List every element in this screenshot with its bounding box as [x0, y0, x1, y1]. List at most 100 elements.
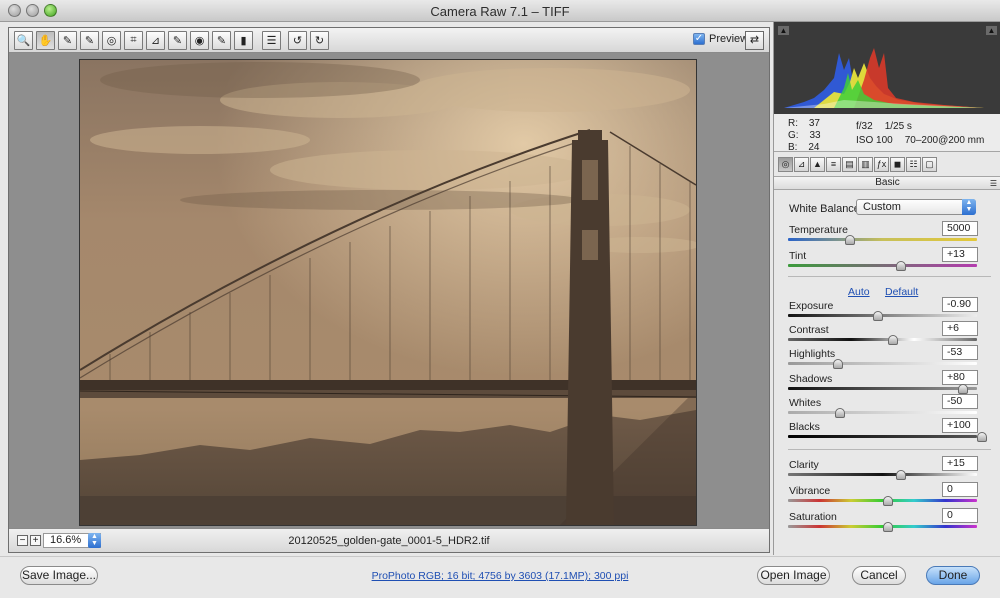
shadows-value-field[interactable]: +80 [942, 370, 978, 385]
preview-checkbox[interactable]: ✓ [693, 33, 705, 45]
targeted-adjustment-tool-icon[interactable]: ◎ [102, 31, 121, 50]
adjustments-panel: ▲ ▲ R: 37 G: 33 B: 24 f/32 1/25 s ISO 100 70–… [773, 22, 1000, 555]
section-title: Basic ☰ [774, 176, 1000, 190]
tint-slider-thumb[interactable] [895, 261, 906, 271]
blacks-slider[interactable] [788, 432, 987, 442]
r-label: R: [788, 118, 798, 129]
open-image-button[interactable]: Open Image [757, 566, 830, 585]
workflow-options-link[interactable]: ProPhoto RGB; 16 bit; 4756 by 3603 (17.1… [0, 570, 1000, 582]
image-editor-panel: 🔍✋✎✎◎⌗⊿✎◉✎▮☰↺↻ ✓ Preview ⇄ [8, 27, 770, 553]
adjustment-brush-tool-icon[interactable]: ✎ [212, 31, 231, 50]
auto-link[interactable]: Auto [848, 286, 870, 298]
highlights-slider[interactable] [788, 359, 977, 369]
status-bar: − + 16.6% ▲ ▼ 20120525_golden-gate_0001-5… [9, 528, 769, 552]
tab-tone-curve-icon[interactable]: ⊿ [794, 157, 809, 172]
tab-effects-icon[interactable]: ƒx [874, 157, 889, 172]
blacks-value-field[interactable]: +100 [942, 418, 978, 433]
contrast-label: Contrast [789, 324, 829, 336]
exposure-slider[interactable] [788, 311, 977, 321]
white-balance-label: White Balance: [789, 203, 863, 215]
window-title: Camera Raw 7.1 – TIFF [430, 4, 570, 19]
highlight-clipping-warning-icon[interactable]: ▲ [986, 26, 997, 35]
tab-presets-icon[interactable]: ☷ [906, 157, 921, 172]
color-sampler-tool-icon[interactable]: ✎ [80, 31, 99, 50]
exposure-value-field[interactable]: -0.90 [942, 297, 978, 312]
contrast-slider-thumb[interactable] [888, 335, 899, 345]
white-balance-select[interactable]: Custom ▲ ▼ [856, 199, 976, 215]
saturation-slider[interactable] [788, 522, 977, 532]
select-arrow-icon: ▲ ▼ [962, 199, 976, 215]
tab-camera-calibration-icon[interactable]: ◼ [890, 157, 905, 172]
temperature-slider[interactable] [788, 235, 977, 245]
temperature-label: Temperature [789, 224, 848, 236]
image-preview[interactable] [79, 59, 697, 526]
vibrance-slider[interactable] [788, 496, 977, 506]
tint-slider[interactable] [788, 261, 977, 271]
golden-gate-photo [80, 60, 696, 525]
zoom-tool-icon[interactable]: 🔍 [14, 31, 33, 50]
whites-slider[interactable] [788, 408, 977, 418]
rotate-cw-tool-icon[interactable]: ↻ [310, 31, 329, 50]
title-bar: Camera Raw 7.1 – TIFF [0, 0, 1000, 22]
contrast-slider[interactable] [788, 335, 977, 345]
preferences-tool-icon[interactable]: ☰ [262, 31, 281, 50]
saturation-slider-thumb[interactable] [882, 522, 893, 532]
crop-tool-icon[interactable]: ⌗ [124, 31, 143, 50]
straighten-tool-icon[interactable]: ⊿ [146, 31, 165, 50]
tab-snapshots-icon[interactable]: ▢ [922, 157, 937, 172]
clarity-slider-thumb[interactable] [895, 470, 906, 480]
tab-split-toning-icon[interactable]: ▤ [842, 157, 857, 172]
whites-label: Whites [789, 397, 822, 409]
vibrance-slider-thumb[interactable] [882, 496, 893, 506]
fullscreen-toggle-icon[interactable]: ⇄ [745, 31, 764, 50]
shadows-slider-thumb[interactable] [958, 384, 969, 394]
shadow-clipping-warning-icon[interactable]: ▲ [778, 26, 789, 35]
exposure-slider-thumb[interactable] [873, 311, 884, 321]
b-value: 24 [808, 142, 820, 153]
highlights-slider-thumb[interactable] [833, 359, 844, 369]
section-title-label: Basic [875, 177, 900, 188]
tab-basic-icon[interactable]: ◎ [778, 157, 793, 172]
blacks-slider-row: Blacks +100 [774, 418, 1000, 443]
saturation-slider-row: Saturation 0 [774, 508, 1000, 533]
hand-tool-icon[interactable]: ✋ [36, 31, 55, 50]
graduated-filter-tool-icon[interactable]: ▮ [234, 31, 253, 50]
clarity-slider-row: Clarity +15 [774, 456, 1000, 481]
blacks-slider-thumb[interactable] [977, 432, 987, 442]
done-button[interactable]: Done [926, 566, 980, 585]
tab-lens-corrections-icon[interactable]: ▥ [858, 157, 873, 172]
clarity-slider[interactable] [788, 470, 977, 480]
spot-removal-tool-icon[interactable]: ✎ [168, 31, 187, 50]
whites-slider-thumb[interactable] [835, 408, 846, 418]
saturation-value-field[interactable]: 0 [942, 508, 978, 523]
divider [788, 276, 991, 277]
default-link[interactable]: Default [885, 286, 918, 298]
whites-slider-row: Whites -50 [774, 394, 1000, 419]
g-label: G: [788, 130, 799, 141]
tab-detail-icon[interactable]: ▲ [810, 157, 825, 172]
contrast-value-field[interactable]: +6 [942, 321, 978, 336]
rotate-ccw-tool-icon[interactable]: ↺ [288, 31, 307, 50]
temperature-slider-thumb[interactable] [844, 235, 855, 245]
white-balance-tool-icon[interactable]: ✎ [58, 31, 77, 50]
cancel-button[interactable]: Cancel [852, 566, 906, 585]
clarity-label: Clarity [789, 459, 819, 471]
tint-slider-row: Tint +13 [774, 247, 1000, 272]
panel-menu-icon[interactable]: ☰ [990, 178, 997, 190]
tab-hsl-icon[interactable]: ≡ [826, 157, 841, 172]
red-eye-tool-icon[interactable]: ◉ [190, 31, 209, 50]
temperature-slider-row: Temperature 5000 [774, 221, 1000, 246]
vibrance-value-field[interactable]: 0 [942, 482, 978, 497]
temperature-value-field[interactable]: 5000 [942, 221, 978, 236]
shutter-value: 1/25 s [884, 121, 912, 132]
preview-toggle[interactable]: ✓ Preview [693, 33, 748, 45]
white-balance-value: Custom [863, 201, 901, 213]
shadows-slider[interactable] [788, 384, 977, 394]
shadows-label: Shadows [789, 373, 833, 385]
filename-label: 20120525_golden-gate_0001-5_HDR2.tif [288, 535, 490, 547]
whites-value-field[interactable]: -50 [942, 394, 978, 409]
tint-value-field[interactable]: +13 [942, 247, 978, 262]
highlights-value-field[interactable]: -53 [942, 345, 978, 360]
saturation-label: Saturation [789, 511, 837, 523]
clarity-value-field[interactable]: +15 [942, 456, 978, 471]
